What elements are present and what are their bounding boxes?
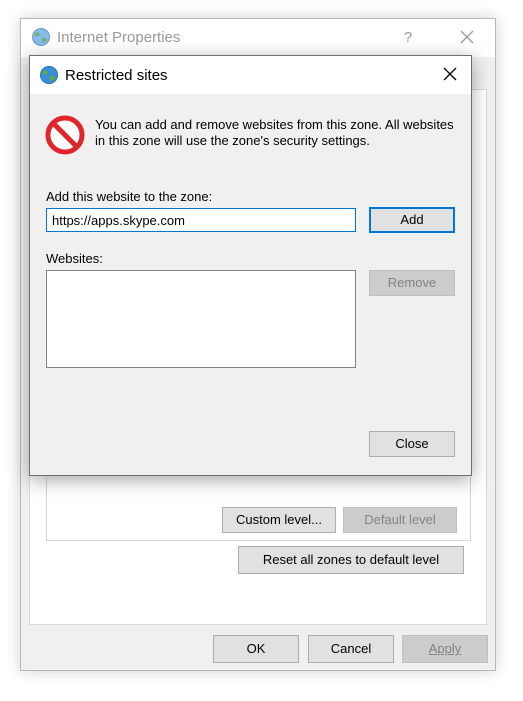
restricted-sites-dialog: Restricted sites You can add and remove … bbox=[29, 55, 472, 476]
ok-button[interactable]: OK bbox=[213, 635, 299, 663]
help-button[interactable]: ? bbox=[397, 27, 419, 49]
custom-level-button[interactable]: Custom level... bbox=[222, 507, 336, 533]
websites-label: Websites: bbox=[46, 251, 103, 266]
default-level-button[interactable]: Default level bbox=[343, 507, 457, 533]
websites-list[interactable] bbox=[46, 270, 356, 368]
apply-button[interactable]: Apply bbox=[402, 635, 488, 663]
internet-properties-titlebar: Internet Properties ? bbox=[21, 19, 495, 57]
add-website-label: Add this website to the zone: bbox=[46, 189, 213, 204]
apply-button-label: Apply bbox=[428, 641, 462, 656]
dialog-title: Restricted sites bbox=[65, 67, 168, 84]
close-icon[interactable] bbox=[453, 25, 481, 51]
prohibited-icon bbox=[45, 115, 85, 155]
restricted-sites-titlebar: Restricted sites bbox=[30, 56, 471, 94]
zone-description: You can add and remove websites from thi… bbox=[95, 117, 454, 148]
reset-all-zones-button[interactable]: Reset all zones to default level bbox=[238, 546, 464, 574]
website-url-input[interactable] bbox=[46, 208, 356, 232]
cancel-button[interactable]: Cancel bbox=[308, 635, 394, 663]
globe-icon bbox=[40, 66, 58, 84]
add-button[interactable]: Add bbox=[369, 207, 455, 233]
close-button[interactable]: Close bbox=[369, 431, 455, 457]
close-icon[interactable] bbox=[436, 62, 464, 88]
remove-button[interactable]: Remove bbox=[369, 270, 455, 296]
globe-icon bbox=[32, 28, 50, 46]
window-title: Internet Properties bbox=[57, 29, 181, 46]
